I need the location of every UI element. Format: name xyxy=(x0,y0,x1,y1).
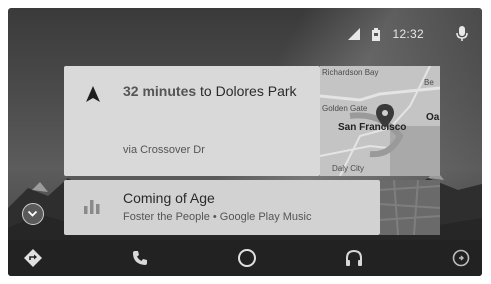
map-label-golden-gate: Golden Gate xyxy=(322,104,368,113)
media-button[interactable] xyxy=(343,247,365,269)
equalizer-icon xyxy=(84,200,100,214)
phone-icon xyxy=(133,251,147,265)
destination-text: to Dolores Park xyxy=(196,83,297,99)
directions-button[interactable] xyxy=(22,247,44,269)
map-pin-icon xyxy=(376,104,394,128)
home-button[interactable] xyxy=(236,247,258,269)
car-screen: 12:32 32 minutes to Dolores Park via Cro… xyxy=(8,8,482,276)
navigation-card[interactable]: 32 minutes to Dolores Park via Crossover… xyxy=(64,66,320,176)
map-label-be: Be xyxy=(424,78,434,87)
map-label-san-francisco: San Francisco xyxy=(338,122,407,133)
expand-button[interactable] xyxy=(22,203,44,225)
music-card[interactable]: Coming of Age Foster the People • Google… xyxy=(64,180,380,235)
exit-icon xyxy=(452,249,470,267)
bottom-nav-bar xyxy=(8,240,482,276)
album-art-pattern xyxy=(380,180,440,235)
microphone-icon[interactable] xyxy=(456,26,468,42)
track-title: Coming of Age xyxy=(123,190,215,206)
map-card[interactable]: Richardson Bay Golden Gate San Francisco… xyxy=(320,66,440,176)
album-art xyxy=(380,180,440,235)
eta-minutes: 32 minutes xyxy=(123,83,197,99)
navigation-arrow-icon xyxy=(86,86,100,102)
directions-icon xyxy=(24,249,42,267)
navigation-title: 32 minutes to Dolores Park xyxy=(123,81,313,102)
chevron-down-icon xyxy=(27,210,38,217)
map-label-daly-city: Daly City xyxy=(332,164,365,173)
exit-button[interactable] xyxy=(450,247,472,269)
map-label-richardson: Richardson Bay xyxy=(322,68,379,77)
map-label-oa: Oa xyxy=(426,112,440,123)
track-artist-source: Foster the People • Google Play Music xyxy=(123,211,312,223)
home-icon xyxy=(238,249,256,267)
status-bar: 12:32 xyxy=(348,26,468,42)
signal-icon xyxy=(348,28,361,40)
battery-icon xyxy=(372,27,381,41)
device-frame: 12:32 32 minutes to Dolores Park via Cro… xyxy=(0,0,491,284)
phone-button[interactable] xyxy=(129,247,151,269)
clock-text: 12:32 xyxy=(392,27,424,41)
route-via-text: via Crossover Dr xyxy=(123,144,205,156)
headphones-icon xyxy=(346,250,362,266)
